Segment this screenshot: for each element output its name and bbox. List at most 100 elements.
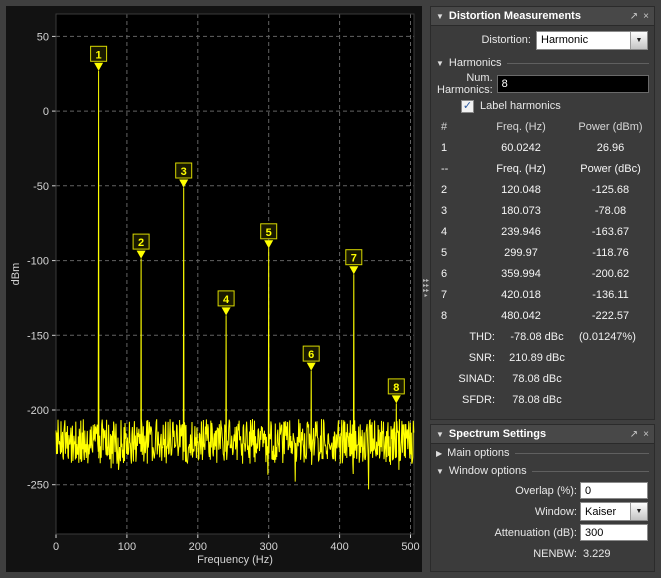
- cell-power: -222.57: [571, 310, 654, 322]
- y-tick-label: 50: [37, 31, 49, 43]
- spectrum-analyzer-window: { "colors": { "window_bg": "#3f3f3f", "f…: [0, 0, 661, 578]
- cell-number: 2: [431, 184, 471, 196]
- close-icon[interactable]: ×: [643, 429, 649, 440]
- dropdown-arrow-icon[interactable]: ▼: [630, 32, 647, 49]
- window-value: Kaiser: [581, 506, 630, 518]
- cell-power: 26.96: [571, 142, 654, 154]
- num-harmonics-label: Num. Harmonics:: [437, 72, 493, 96]
- y-tick-label: -250: [27, 480, 49, 492]
- label-harmonics-checkbox[interactable]: ✓: [461, 100, 474, 113]
- cell-freq: 120.048: [471, 184, 571, 196]
- table-row: 5 299.97 -118.76: [431, 242, 654, 263]
- x-tick-label: 300: [260, 541, 278, 553]
- harmonic-label: 2: [138, 237, 144, 249]
- distortion-type-row: Distortion: Harmonic ▼: [431, 26, 654, 54]
- cell-number: 6: [431, 268, 471, 280]
- window-options-label: Window options: [449, 465, 527, 477]
- window-dropdown[interactable]: Kaiser ▼: [580, 502, 648, 521]
- harmonic-label: 8: [393, 382, 399, 394]
- spectrum-chart: 0100200300400500500-50-100-150-200-25012…: [6, 6, 422, 572]
- x-tick-label: 500: [401, 541, 419, 553]
- settings-panel-title: Spectrum Settings: [449, 428, 625, 440]
- cell-power: -118.76: [571, 247, 654, 259]
- thd-row: THD: -78.08 dBc (0.01247%): [431, 326, 654, 347]
- expand-icon[interactable]: ▶: [436, 449, 442, 458]
- collapse-icon[interactable]: ▼: [436, 430, 444, 439]
- attenuation-label: Attenuation (dB):: [431, 527, 577, 539]
- nenbw-value: 3.229: [580, 548, 648, 560]
- y-axis-label: dBm: [10, 263, 22, 286]
- dropdown-arrow-icon[interactable]: ▼: [630, 503, 647, 520]
- num-harmonics-row: Num. Harmonics:: [431, 72, 654, 96]
- distortion-type-dropdown[interactable]: Harmonic ▼: [536, 31, 648, 50]
- cell-power: Power (dBc): [571, 163, 654, 175]
- y-tick-label: -200: [27, 405, 49, 417]
- harmonic-label: 3: [181, 166, 187, 178]
- cell-number: --: [431, 163, 471, 175]
- distortion-type-value: Harmonic: [537, 34, 630, 46]
- sfdr-label: SFDR:: [431, 394, 495, 406]
- main-options-group-header[interactable]: ▶ Main options: [431, 444, 654, 462]
- attenuation-row: Attenuation (dB):: [431, 522, 654, 543]
- snr-label: SNR:: [431, 352, 495, 364]
- attenuation-input[interactable]: [580, 524, 648, 541]
- cell-number: 5: [431, 247, 471, 259]
- label-harmonics-label: Label harmonics: [480, 100, 561, 112]
- x-tick-label: 100: [118, 541, 136, 553]
- snr-row: SNR: 210.89 dBc: [431, 347, 654, 368]
- distortion-panel-title: Distortion Measurements: [449, 10, 625, 22]
- cell-freq: 420.018: [471, 289, 571, 301]
- thd-percent: (0.01247%): [579, 331, 654, 343]
- collapse-icon[interactable]: ▼: [436, 467, 444, 476]
- sinad-row: SINAD: 78.08 dBc: [431, 368, 654, 389]
- table-row: 2 120.048 -125.68: [431, 179, 654, 200]
- table-row: -- Freq. (Hz) Power (dBc): [431, 158, 654, 179]
- collapse-icon[interactable]: ▼: [436, 59, 444, 68]
- spectrum-settings-panel: ▼ Spectrum Settings ↗ × ▶ Main options ▼…: [430, 424, 655, 572]
- overlap-label: Overlap (%):: [431, 485, 577, 497]
- sfdr-row: SFDR: 78.08 dBc: [431, 389, 654, 410]
- cell-number: 3: [431, 205, 471, 217]
- main-options-label: Main options: [447, 447, 509, 459]
- y-tick-label: -50: [33, 181, 49, 193]
- y-tick-label: 0: [43, 106, 49, 118]
- overlap-input[interactable]: [580, 482, 648, 499]
- col-number-header: #: [431, 121, 471, 133]
- thd-label: THD:: [431, 331, 495, 343]
- settings-panel-header[interactable]: ▼ Spectrum Settings ↗ ×: [431, 425, 654, 444]
- sfdr-value: 78.08 dBc: [495, 394, 579, 406]
- cell-freq: 299.97: [471, 247, 571, 259]
- panel-splitter[interactable]: ▸▸▸▸▸▸▸: [422, 6, 430, 572]
- distortion-panel-header[interactable]: ▼ Distortion Measurements ↗ ×: [431, 7, 654, 26]
- harmonic-label: 1: [96, 49, 102, 61]
- cell-power: -136.11: [571, 289, 654, 301]
- undock-icon[interactable]: ↗: [630, 429, 638, 440]
- window-options-group-header[interactable]: ▼ Window options: [431, 462, 654, 480]
- cell-freq: Freq. (Hz): [471, 163, 571, 175]
- table-row: 4 239.946 -163.67: [431, 221, 654, 242]
- nenbw-row: NENBW: 3.229: [431, 543, 654, 564]
- harmonics-group-header[interactable]: ▼ Harmonics: [431, 54, 654, 72]
- thd-value: -78.08 dBc: [495, 331, 579, 343]
- cell-number: 7: [431, 289, 471, 301]
- harmonic-label: 5: [266, 227, 272, 239]
- table-row: 7 420.018 -136.11: [431, 284, 654, 305]
- splitter-collapse-icon[interactable]: ▸▸▸▸▸▸▸: [423, 279, 430, 299]
- harmonics-table-header: # Freq. (Hz) Power (dBm): [431, 116, 654, 137]
- cell-power: -125.68: [571, 184, 654, 196]
- col-freq-header: Freq. (Hz): [471, 121, 571, 133]
- y-tick-label: -100: [27, 256, 49, 268]
- table-row: 3 180.073 -78.08: [431, 200, 654, 221]
- nenbw-label: NENBW:: [431, 548, 577, 560]
- cell-freq: 180.073: [471, 205, 571, 217]
- right-panel-column: ▼ Distortion Measurements ↗ × Distortion…: [430, 6, 655, 572]
- cell-freq: 359.994: [471, 268, 571, 280]
- window-row: Window: Kaiser ▼: [431, 501, 654, 522]
- harmonics-group-label: Harmonics: [449, 57, 502, 69]
- overlap-row: Overlap (%):: [431, 480, 654, 501]
- label-harmonics-row: ✓ Label harmonics: [431, 96, 654, 116]
- collapse-icon[interactable]: ▼: [436, 12, 444, 21]
- close-icon[interactable]: ×: [643, 11, 649, 22]
- num-harmonics-input[interactable]: [497, 75, 649, 93]
- undock-icon[interactable]: ↗: [630, 11, 638, 22]
